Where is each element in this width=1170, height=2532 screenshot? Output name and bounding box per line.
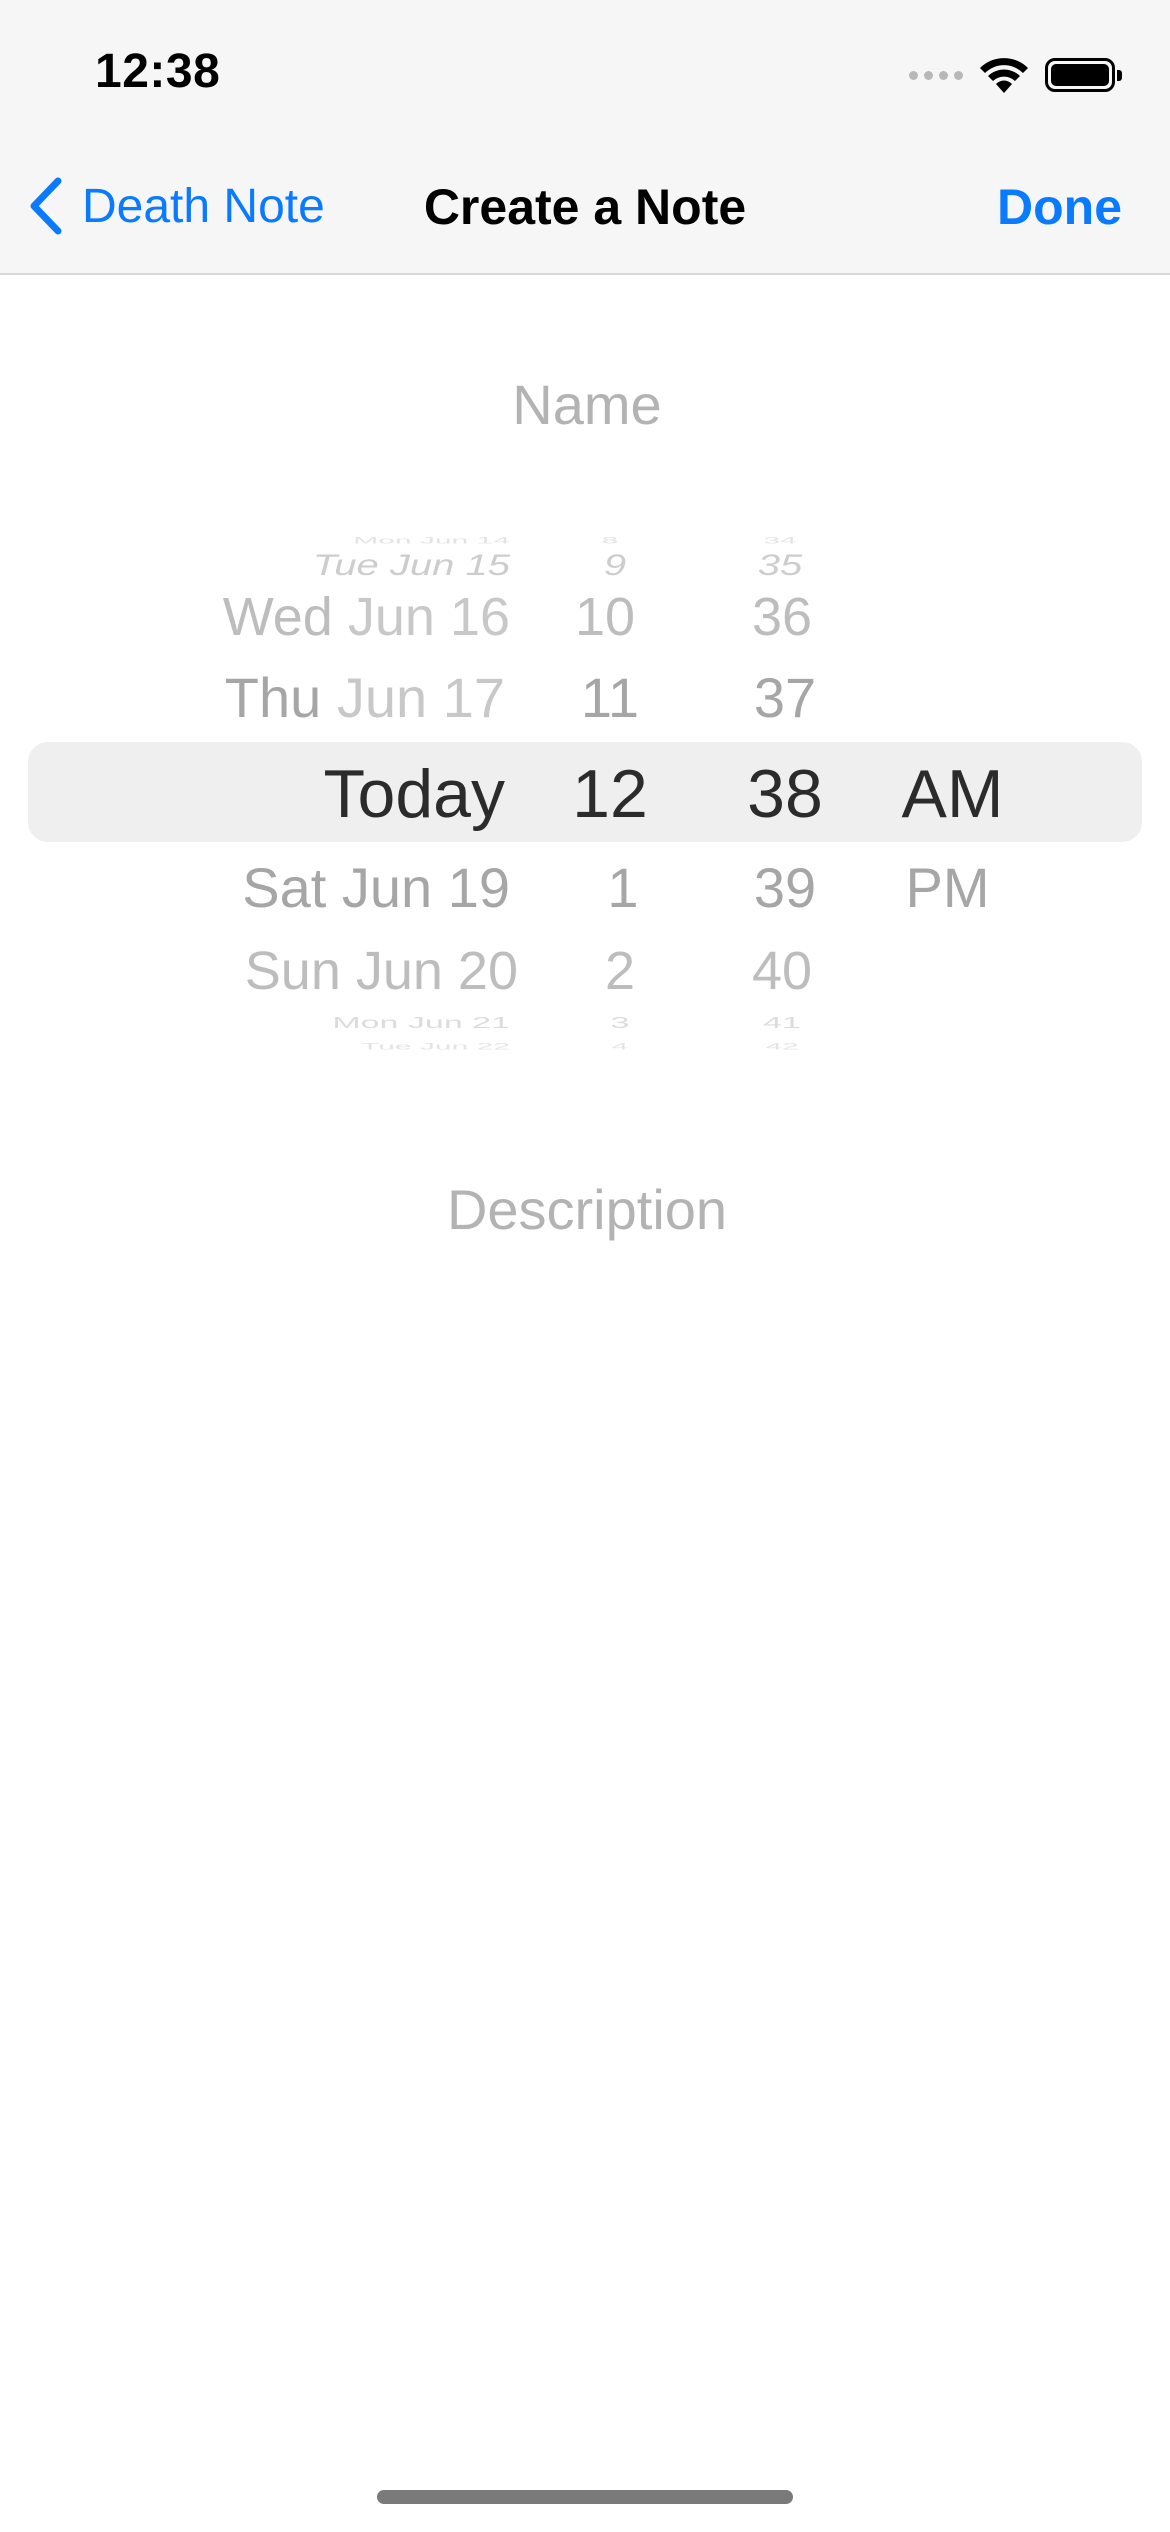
picker-date-item[interactable]: Tue Jun 15 bbox=[110, 550, 510, 580]
picker-minute-item[interactable]: 40 bbox=[712, 944, 852, 998]
picker-minute-item[interactable]: 35 bbox=[710, 550, 850, 580]
page-title: Create a Note bbox=[423, 179, 747, 235]
picker-hour-item[interactable]: 11 bbox=[540, 670, 680, 726]
picker-period-item[interactable]: PM bbox=[880, 860, 1015, 916]
picker-minute-item[interactable]: 41 bbox=[712, 1015, 852, 1030]
picker-minute-item[interactable]: 36 bbox=[712, 590, 852, 644]
picker-hour-item[interactable]: 4 bbox=[550, 1042, 690, 1052]
picker-date-item[interactable]: Tue Jun 22 bbox=[110, 1042, 510, 1052]
picker-date-item[interactable]: Mon Jun 21 bbox=[110, 1015, 510, 1030]
description-input[interactable] bbox=[0, 1170, 1170, 1248]
wifi-icon bbox=[979, 55, 1029, 95]
name-input[interactable] bbox=[0, 365, 1170, 443]
picker-date-selected[interactable]: Today bbox=[110, 760, 505, 828]
picker-minute-item[interactable]: 39 bbox=[715, 860, 855, 916]
picker-hour-item[interactable]: 3 bbox=[550, 1015, 690, 1030]
done-button[interactable]: Done bbox=[997, 178, 1122, 236]
picker-date-item[interactable]: Sat Jun 19 bbox=[110, 860, 510, 916]
picker-hour-item[interactable]: 8 bbox=[540, 536, 680, 546]
picker-hour-item[interactable]: 1 bbox=[553, 860, 693, 916]
status-icons bbox=[909, 50, 1122, 100]
battery-icon bbox=[1045, 58, 1122, 92]
picker-minute-item[interactable]: 37 bbox=[715, 670, 855, 726]
picker-hour-item[interactable]: 9 bbox=[545, 550, 685, 580]
status-time: 12:38 bbox=[95, 45, 221, 98]
picker-minute-item[interactable]: 34 bbox=[710, 536, 850, 546]
picker-date-item[interactable]: Thu Jun 17 bbox=[110, 670, 505, 726]
picker-date-item[interactable]: Wed Jun 16 bbox=[110, 590, 510, 644]
home-indicator[interactable] bbox=[377, 2490, 793, 2504]
picker-period-selected[interactable]: AM bbox=[880, 760, 1025, 828]
picker-minute-item[interactable]: 42 bbox=[712, 1042, 852, 1052]
date-time-picker[interactable]: Mon Jun 14 Tue Jun 15 Wed Jun 16 Thu Jun… bbox=[0, 520, 1170, 1060]
signal-dots-icon bbox=[909, 70, 963, 80]
navigation-header: 12:38 Death Note Create a Note Done bbox=[0, 0, 1170, 275]
picker-hour-selected[interactable]: 12 bbox=[540, 760, 680, 828]
picker-minute-selected[interactable]: 38 bbox=[715, 760, 855, 828]
picker-date-item[interactable]: Mon Jun 14 bbox=[110, 536, 510, 546]
create-note-screen: 12:38 Death Note Create a Note Done Name… bbox=[0, 0, 1170, 2532]
picker-date-item[interactable]: Sun Jun 20 bbox=[110, 944, 518, 998]
picker-hour-item[interactable]: 10 bbox=[535, 590, 675, 644]
picker-hour-item[interactable]: 2 bbox=[550, 944, 690, 998]
